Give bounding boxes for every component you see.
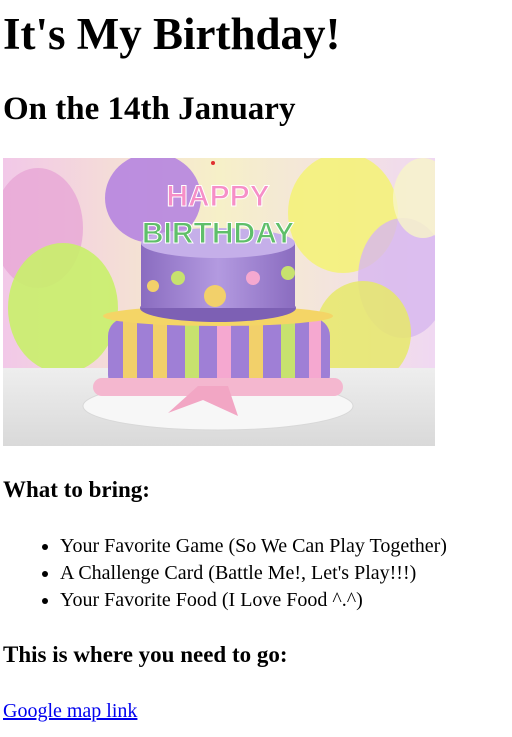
google-map-link[interactable]: Google map link [3,698,137,724]
page: It's My Birthday! On the 14th January HA… [0,0,512,737]
page-title: It's My Birthday! [3,9,341,59]
list-item: Your Favorite Food (I Love Food ^.^) [60,587,512,614]
bring-heading: What to bring: [3,477,150,502]
bring-list: Your Favorite Game (So We Can Play Toget… [0,533,512,614]
cake-topper-birthday: BIRTHDAY [142,217,294,250]
cake-topper-happy: HAPPY [166,180,269,213]
birthday-cake-image: HAPPY BIRTHDAY [3,158,435,446]
page-subtitle: On the 14th January [3,91,296,127]
list-item: A Challenge Card (Battle Me!, Let's Play… [60,560,512,587]
list-item: Your Favorite Game (So We Can Play Toget… [60,533,512,560]
location-heading: This is where you need to go: [3,642,288,667]
